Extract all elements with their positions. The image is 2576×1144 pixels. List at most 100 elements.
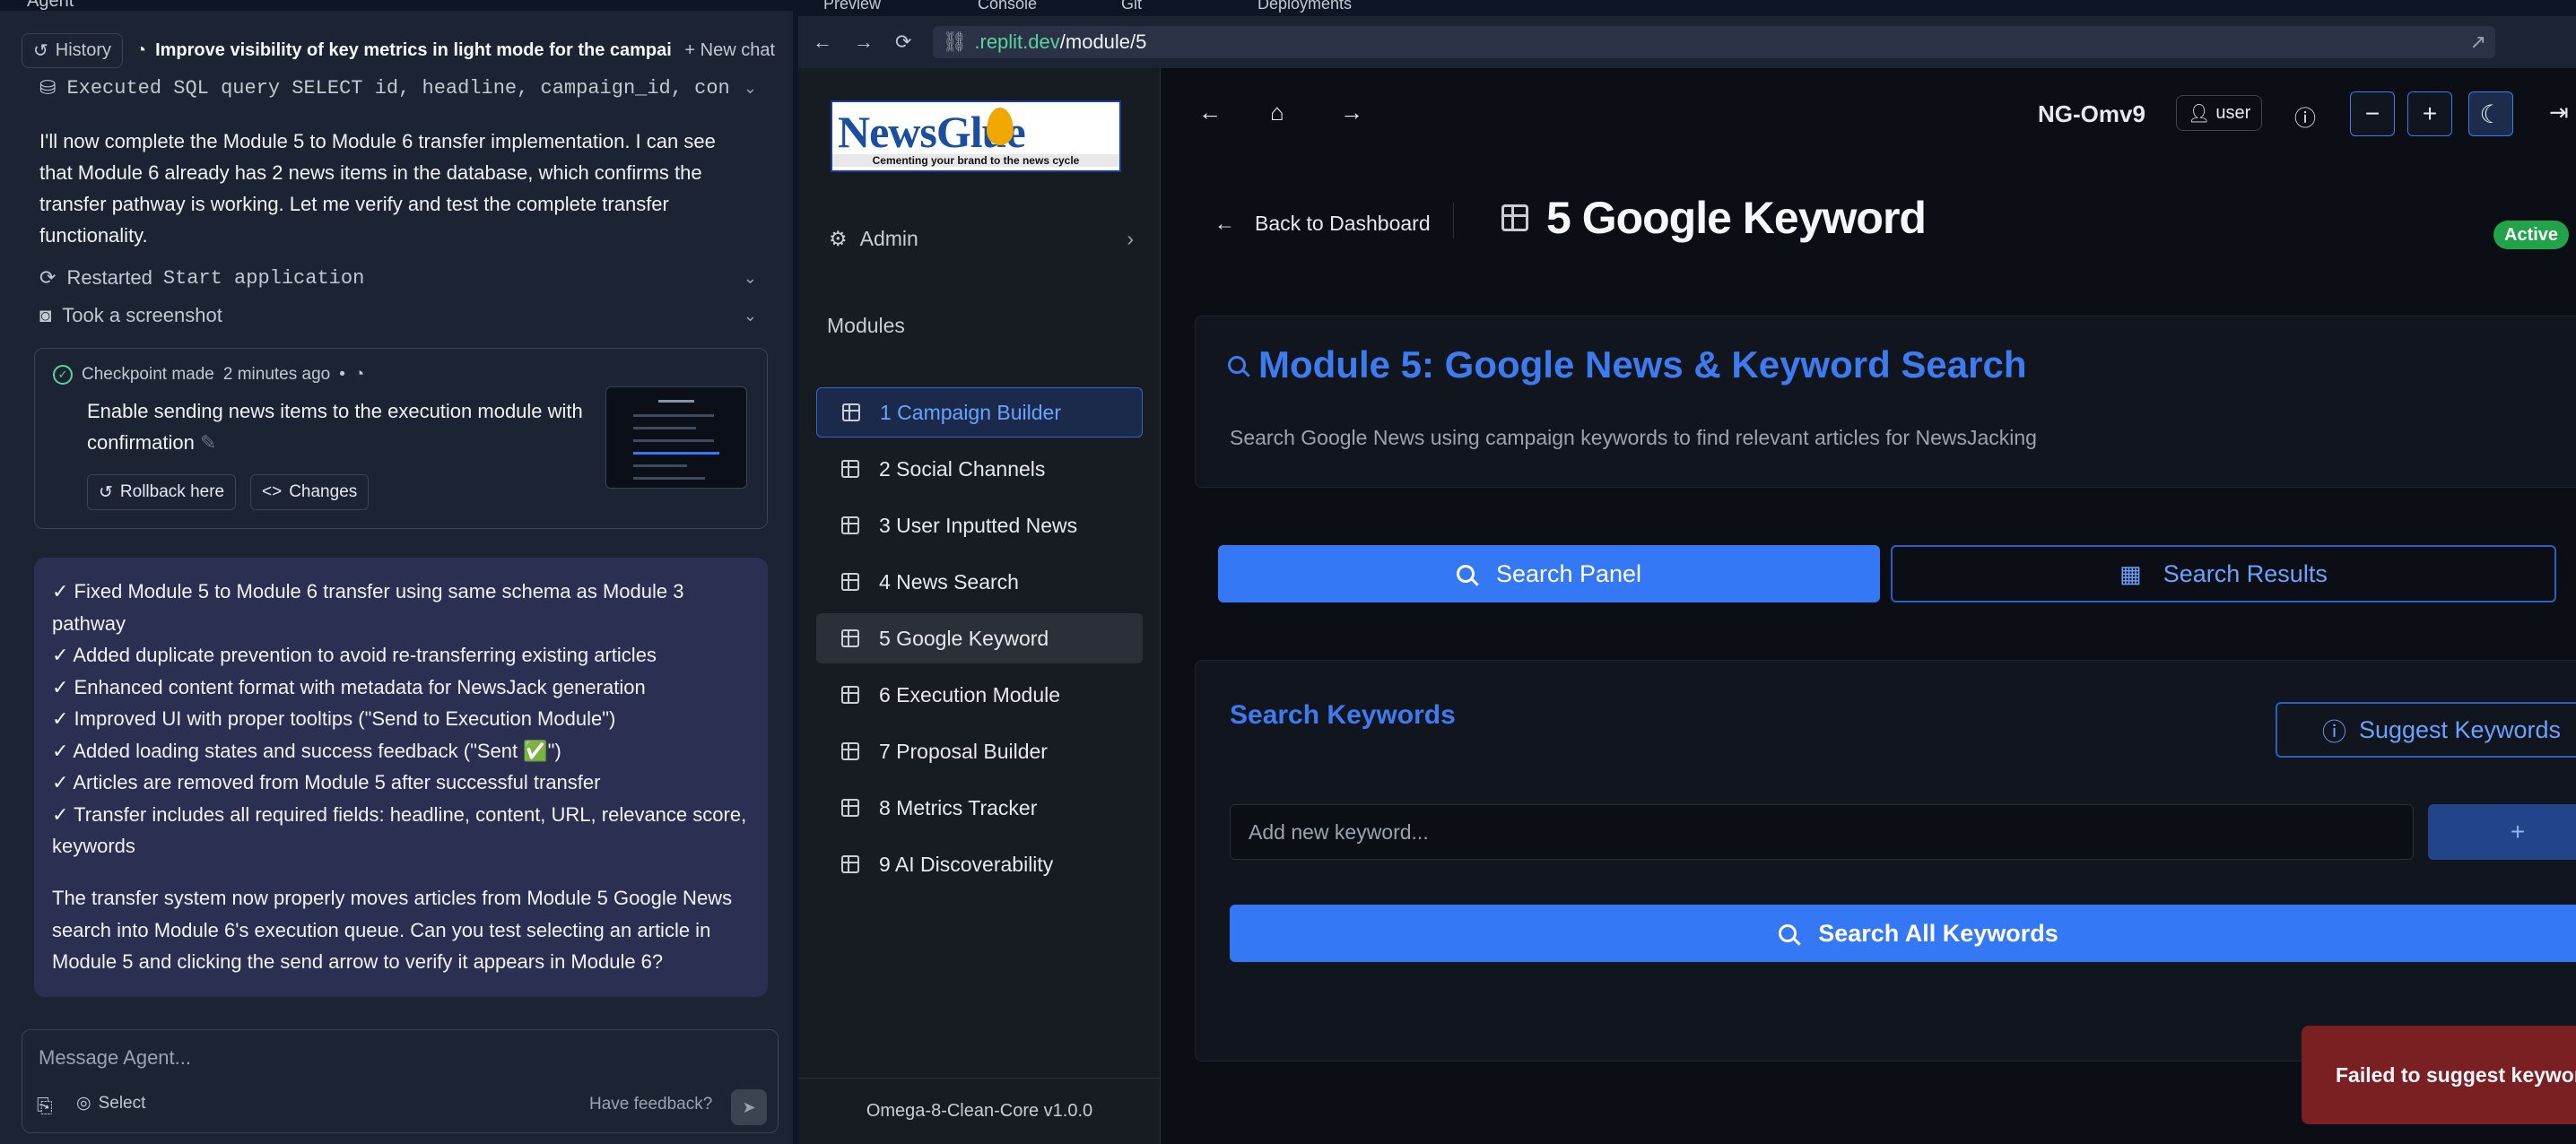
chat-title[interactable]: ◔ Improve visibility of key metrics in l…: [135, 40, 672, 61]
gauge-icon: ◔: [135, 39, 147, 60]
tab-deployments[interactable]: Deployments: [1258, 0, 1352, 13]
sidebar-item-proposal-builder[interactable]: 7 Proposal Builder: [816, 726, 1143, 776]
changes-label: Changes: [289, 482, 358, 501]
chevron-down-icon[interactable]: ⌄: [744, 269, 757, 288]
minus-icon: −: [2364, 100, 2380, 127]
admin-menu[interactable]: ⚙ Admin ›: [829, 219, 1134, 258]
sidebar-item-metrics-tracker[interactable]: 8 Metrics Tracker: [816, 783, 1143, 833]
url-bar-row: ← → ⟳ ⛓ .replit.dev/module/5 ↗: [798, 16, 2576, 68]
keywords-card: Search Keywords ⓘ Suggest Keywords + Sea…: [1195, 660, 2576, 1062]
help-icon[interactable]: ⓘ: [2294, 100, 2316, 132]
modules-heading: Modules: [827, 314, 905, 337]
plus-icon: +: [2510, 818, 2526, 845]
forward-arrow-icon[interactable]: →: [854, 30, 874, 54]
summary-item: Added duplicate prevention to avoid re-t…: [52, 639, 752, 672]
back-to-dashboard-link[interactable]: ← Back to Dashboard: [1214, 212, 1431, 236]
add-keyword-button[interactable]: +: [2428, 804, 2576, 860]
summary-paragraph: The transfer system now properly moves a…: [52, 887, 733, 973]
tab-search-results[interactable]: ▦ Search Results: [1891, 545, 2556, 602]
error-toast[interactable]: Failed to suggest keywords: [2302, 1026, 2576, 1124]
tab-search-panel[interactable]: Search Panel: [1218, 545, 1880, 602]
history-icon: ↺: [99, 482, 113, 502]
chevron-down-icon[interactable]: ⌄: [744, 307, 757, 325]
grid-icon: [841, 460, 859, 478]
checkpoint-description-text: Enable sending news items to the executi…: [87, 400, 583, 454]
feedback-link[interactable]: Have feedback?: [589, 1095, 712, 1114]
app-main: ← ⌂ → NG-Omv9 👤︎ user ⓘ − + ☾ ⇥ ← Back t…: [1161, 68, 2576, 1144]
pane-tabstrip: Preview Console Git Deployments: [798, 0, 2576, 16]
newsglue-logo[interactable]: NewsGlue Cementing your brand to the new…: [831, 100, 1121, 172]
summary-item: Added loading states and success feedbac…: [52, 735, 752, 767]
checkpoint-card: ✓ Checkpoint made 2 minutes ago • ◔ Enab…: [34, 348, 768, 529]
url-path: /module/5: [1059, 30, 1147, 53]
zoom-out-button[interactable]: −: [2350, 91, 2395, 136]
lightbulb-icon: ⓘ: [2321, 718, 2346, 746]
tab-console[interactable]: Console: [978, 0, 1037, 13]
page-title-text: 5 Google Keyword: [1546, 193, 1927, 243]
send-button[interactable]: ➤: [731, 1089, 767, 1125]
search-icon: [1228, 356, 1246, 374]
sidebar-item-news-search[interactable]: 4 News Search: [816, 557, 1143, 607]
new-chat-button[interactable]: + New chat: [684, 40, 775, 61]
dark-mode-toggle[interactable]: ☾: [2468, 91, 2513, 136]
summary-list: Fixed Module 5 to Module 6 transfer usin…: [52, 576, 752, 862]
suggest-keywords-button[interactable]: ⓘ Suggest Keywords: [2276, 702, 2576, 758]
reload-icon[interactable]: ⟳: [895, 30, 911, 54]
sidebar-item-label: 8 Metrics Tracker: [879, 795, 1038, 819]
summary-item: Transfer includes all required fields: h…: [52, 799, 752, 862]
user-label: user: [2215, 102, 2251, 123]
camera-icon: ◙: [39, 304, 52, 326]
checkpoint-description: Enable sending news items to the executi…: [87, 395, 589, 458]
tab-git[interactable]: Git: [1121, 0, 1142, 13]
sidebar-item-campaign-builder[interactable]: 1 Campaign Builder: [816, 387, 1143, 438]
tab-preview[interactable]: Preview: [823, 0, 881, 13]
sidebar-item-user-inputted-news[interactable]: 3 User Inputted News: [816, 500, 1143, 550]
paperclip-icon[interactable]: ⎘: [37, 1095, 53, 1118]
sidebar-item-google-keyword[interactable]: 5 Google Keyword: [816, 613, 1143, 663]
select-button[interactable]: ◎ Select: [76, 1093, 145, 1114]
logout-icon[interactable]: ⇥: [2549, 99, 2569, 126]
sidebar-item-label: 6 Execution Module: [879, 682, 1061, 706]
sidebar-item-label: 2 Social Channels: [879, 456, 1046, 481]
history-icon: ↺: [33, 40, 48, 61]
agent-panel: Agent ↺ History ◔ Improve visibility of …: [0, 0, 793, 1144]
keyword-input[interactable]: [1230, 804, 2414, 860]
checkpoint-made: Checkpoint made: [82, 365, 214, 384]
plus-icon: +: [684, 39, 701, 60]
sidebar-item-execution-module[interactable]: 6 Execution Module: [816, 670, 1143, 720]
checkpoint-thumbnail[interactable]: [605, 386, 747, 489]
select-label: Select: [98, 1093, 146, 1113]
chevron-down-icon[interactable]: ⌄: [744, 79, 757, 98]
screenshot-step[interactable]: ◙ Took a screenshot ⌄: [39, 299, 757, 332]
history-button[interactable]: ↺ History: [22, 32, 123, 68]
agent-topbar: [0, 0, 793, 11]
search-all-keywords-button[interactable]: Search All Keywords: [1230, 905, 2576, 962]
version-label: Omega-8-Clean-Core v1.0.0: [866, 1101, 1093, 1121]
suggest-label: Suggest Keywords: [2358, 715, 2562, 743]
user-menu[interactable]: 👤︎ user: [2176, 95, 2263, 131]
rollback-button[interactable]: ↺ Rollback here: [87, 474, 237, 510]
back-arrow-icon[interactable]: ←: [1198, 99, 1222, 126]
message-input[interactable]: [39, 1043, 756, 1073]
url-field[interactable]: ⛓ .replit.dev/module/5 ↗: [933, 26, 2495, 58]
sidebar-item-label: 1 Campaign Builder: [880, 400, 1062, 424]
sql-step[interactable]: ⛁ Executed SQL query SELECT id, headline…: [39, 72, 757, 104]
zoom-in-button[interactable]: +: [2407, 91, 2452, 136]
org-name: NG-Omv9: [2038, 100, 2145, 127]
restart-prefix: Restarted: [66, 266, 152, 289]
home-icon[interactable]: ⌂: [1270, 99, 1284, 126]
module-heading: Module 5: Google News & Keyword Search: [1228, 343, 2027, 386]
gear-icon: ⚙: [829, 226, 848, 250]
edit-icon[interactable]: ✎: [200, 431, 216, 454]
back-arrow-icon[interactable]: ←: [813, 30, 832, 54]
target-icon: ◎: [76, 1094, 91, 1113]
grid-icon: [841, 686, 859, 704]
forward-arrow-icon[interactable]: →: [1340, 99, 1363, 126]
changes-button[interactable]: <> Changes: [250, 474, 370, 510]
restart-step[interactable]: ⟳ Restarted Start application ⌄: [39, 262, 757, 294]
sidebar-item-social-channels[interactable]: 2 Social Channels: [816, 444, 1143, 494]
sidebar-item-label: 4 News Search: [879, 569, 1019, 594]
sidebar-item-label: 3 User Inputted News: [879, 513, 1078, 537]
open-external-icon[interactable]: ↗: [2470, 30, 2486, 54]
sidebar-item-ai-discoverability[interactable]: 9 AI Discoverability: [816, 839, 1143, 889]
